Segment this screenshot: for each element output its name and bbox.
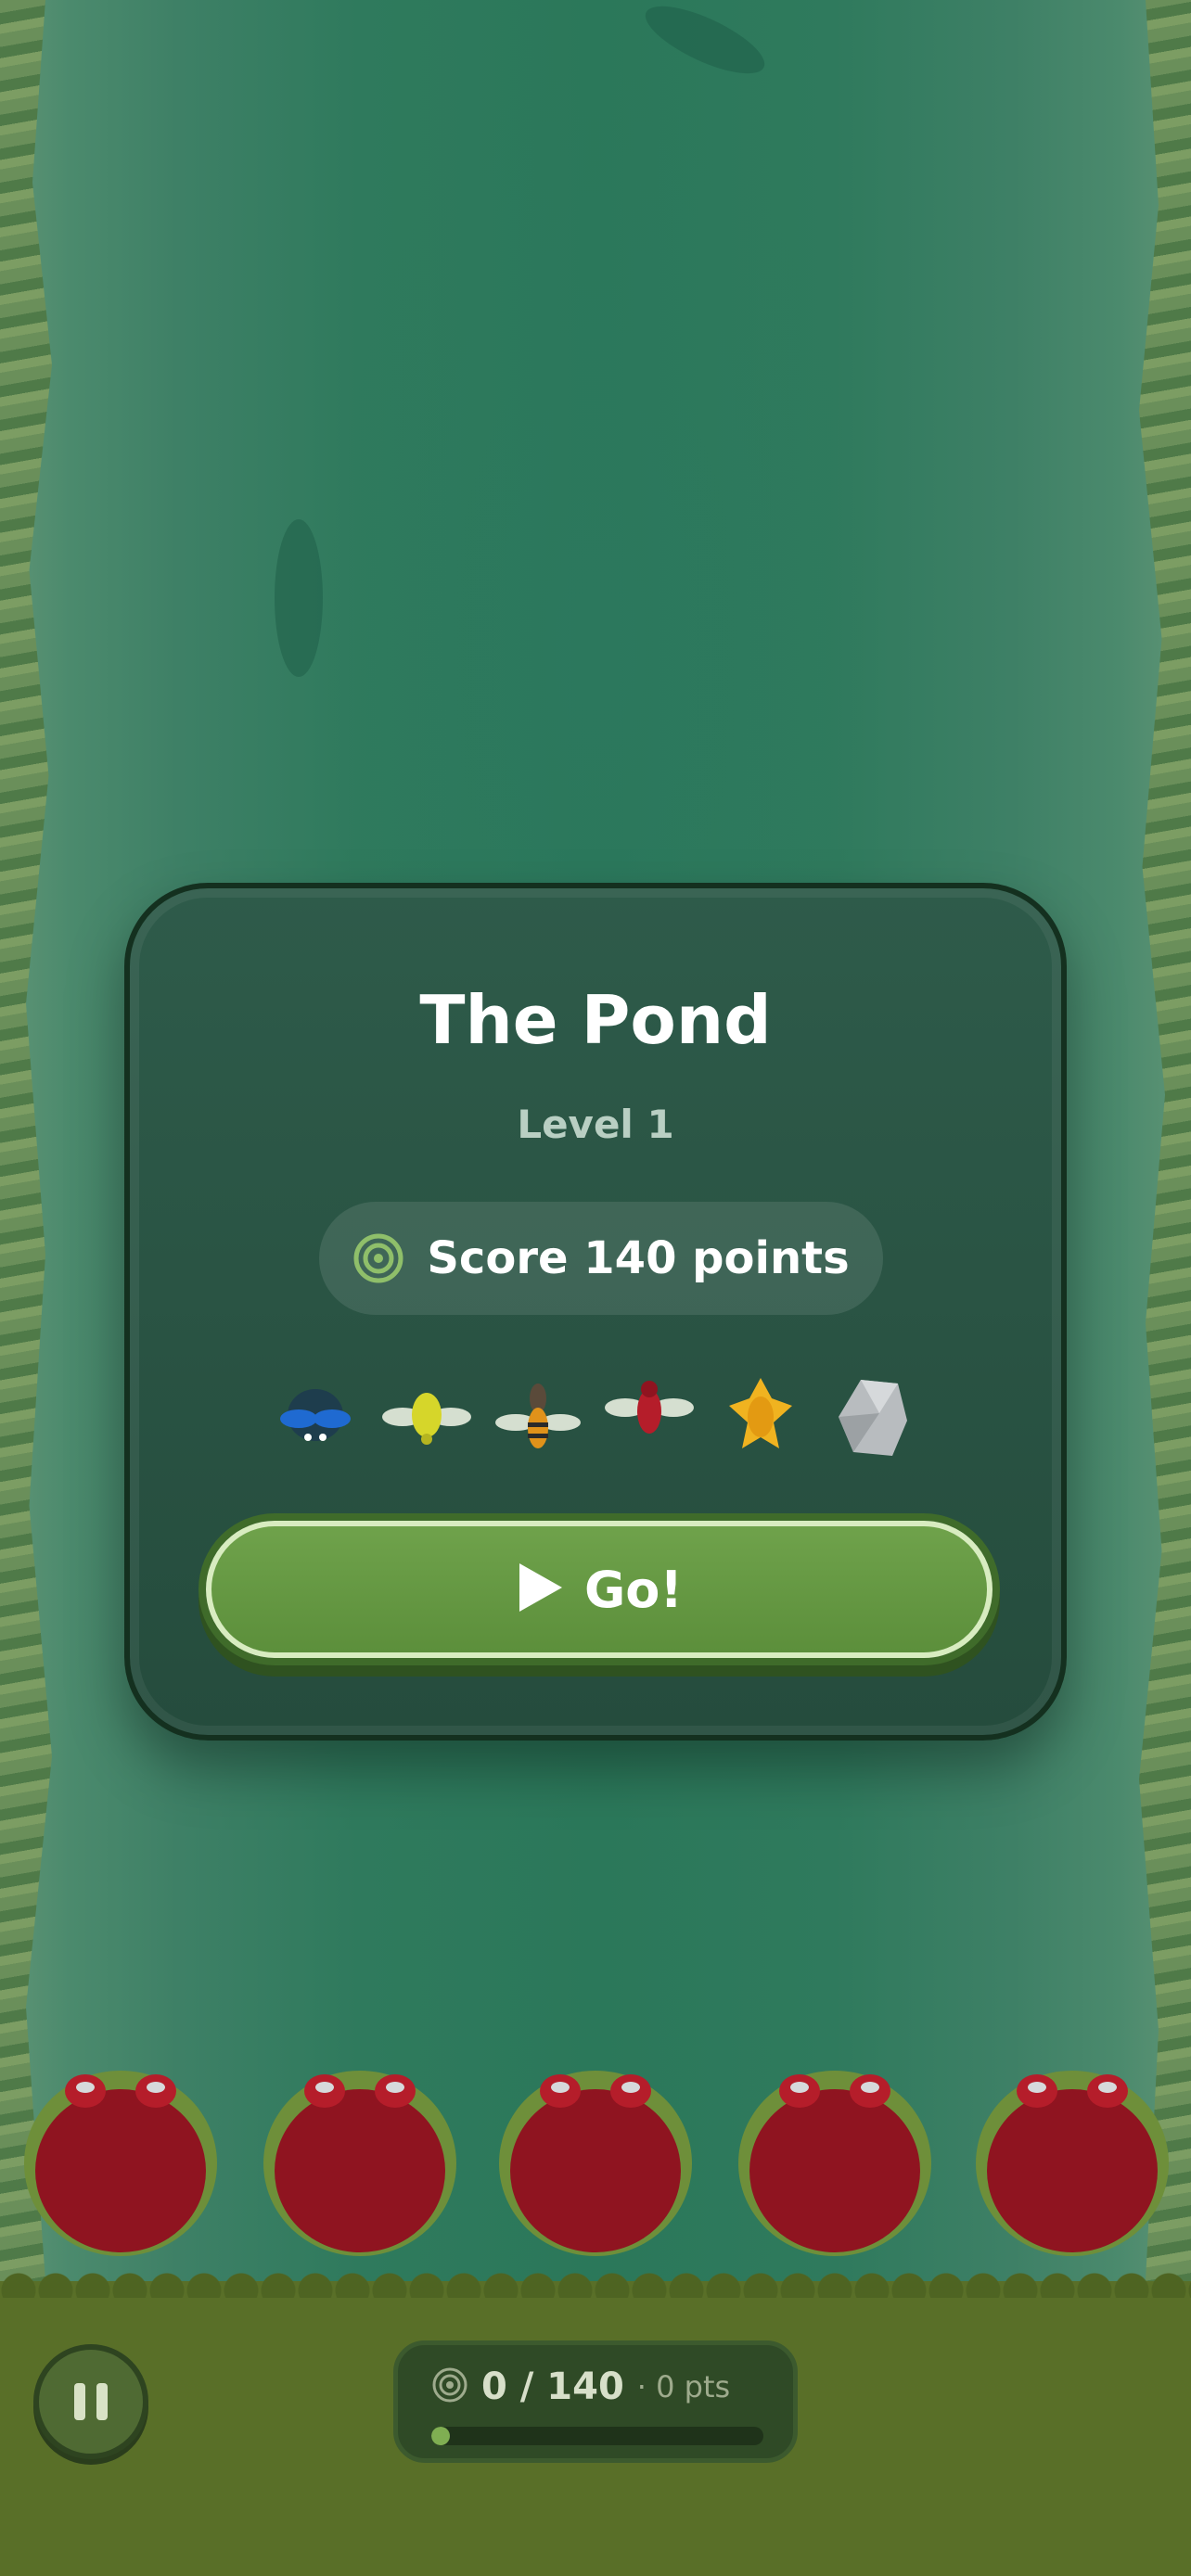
rock-icon xyxy=(826,1371,918,1463)
go-button[interactable]: Go! xyxy=(206,1521,992,1658)
fish-shadow xyxy=(275,519,323,677)
frog-shooter xyxy=(495,2054,696,2258)
red-fly-icon xyxy=(603,1371,696,1463)
target-icon xyxy=(431,2366,468,2407)
yellow-fly-icon xyxy=(380,1371,473,1463)
go-button-label: Go! xyxy=(583,1560,684,1619)
right-reed-bank xyxy=(1139,0,1191,2281)
frog-shooter xyxy=(972,2054,1172,2258)
frog-shooter xyxy=(260,2054,460,2258)
pause-button[interactable] xyxy=(33,2344,148,2459)
points-text: · 0 pts xyxy=(636,2369,731,2404)
left-reed-bank xyxy=(0,0,52,2281)
goal-text: Score 140 points xyxy=(427,1232,850,1284)
level-title: The Pond xyxy=(419,981,772,1059)
score-progress-bar xyxy=(431,2427,763,2445)
score-progress-fill xyxy=(431,2427,450,2445)
level-number: Level 1 xyxy=(517,1102,674,1147)
grass-edge xyxy=(0,2270,1191,2298)
wasp-icon xyxy=(492,1371,584,1463)
play-icon xyxy=(516,1562,564,1617)
goal-pill: Score 140 points xyxy=(319,1202,883,1315)
level-card: The Pond Level 1 Score 140 points Go! xyxy=(124,883,1067,1741)
pause-icon xyxy=(69,2383,113,2420)
score-progress-panel: 0 / 140 · 0 pts xyxy=(393,2340,798,2463)
golden-beetle-icon xyxy=(714,1371,807,1463)
fish-shadow xyxy=(636,0,774,87)
target-icon xyxy=(352,1232,404,1284)
frog-shooter xyxy=(20,2054,221,2258)
creature-list xyxy=(269,1371,933,1473)
blue-beetle-icon xyxy=(269,1371,362,1463)
frog-shooter xyxy=(735,2054,935,2258)
score-progress-text: 0 / 140 xyxy=(481,2366,624,2408)
